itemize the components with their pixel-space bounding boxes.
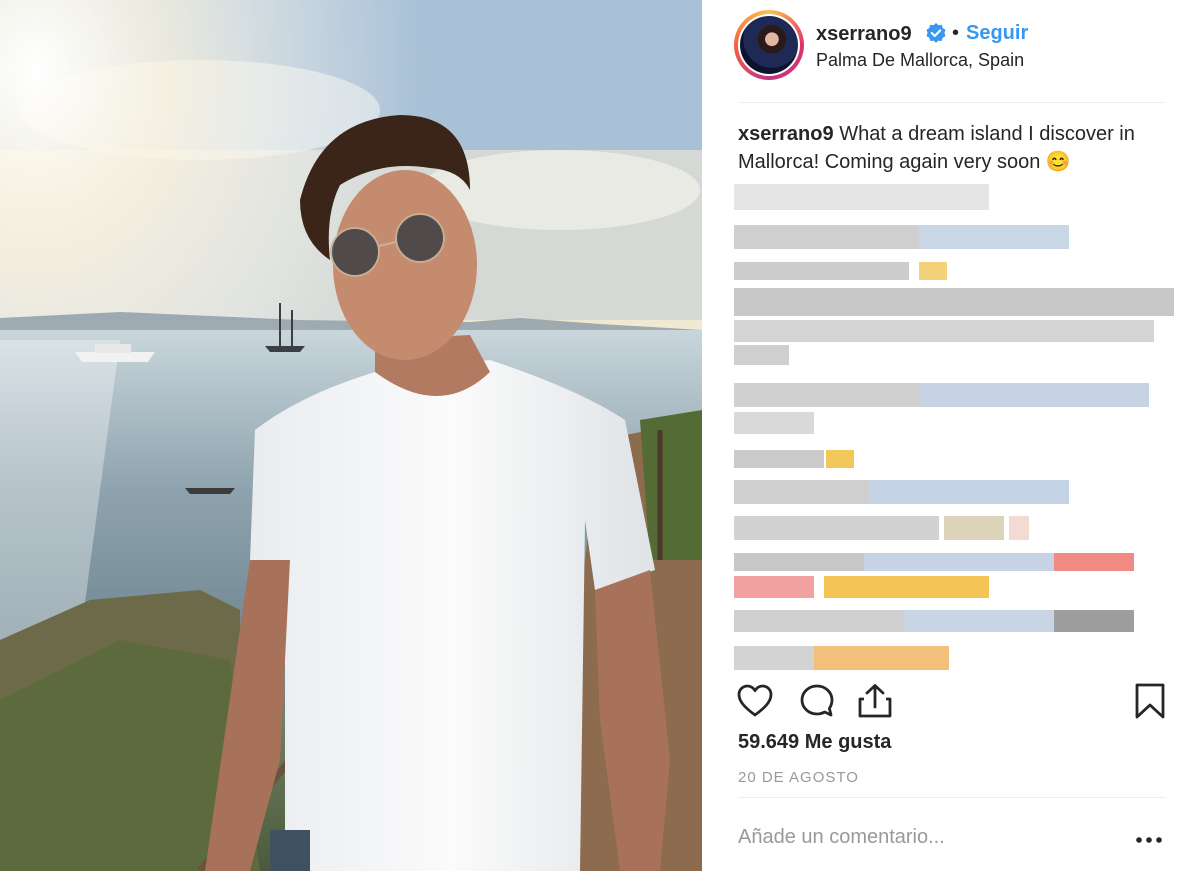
share-icon[interactable] xyxy=(856,682,894,720)
post-photo xyxy=(0,0,702,871)
header-username[interactable]: xserrano9 xyxy=(816,23,912,46)
comment-divider xyxy=(738,797,1166,798)
post-caption: xserrano9 What a dream island I discover… xyxy=(738,120,1168,176)
follow-button[interactable]: Seguir xyxy=(966,22,1028,45)
bookmark-icon[interactable] xyxy=(1131,682,1169,720)
header-separator: • xyxy=(952,22,960,44)
more-options-icon[interactable] xyxy=(1134,828,1164,852)
post-details-panel: xserrano9 • Seguir Palma De Mallorca, Sp… xyxy=(702,0,1200,871)
header-divider xyxy=(738,102,1166,103)
location-link[interactable]: Palma De Mallorca, Spain xyxy=(816,50,1024,71)
action-bar xyxy=(736,682,1165,722)
avatar[interactable] xyxy=(734,10,804,80)
post-date[interactable]: 20 DE AGOSTO xyxy=(738,769,859,786)
likes-count[interactable]: 59.649 Me gusta xyxy=(738,731,891,754)
post-header: xserrano9 • Seguir Palma De Mallorca, Sp… xyxy=(734,10,1164,82)
caption-username[interactable]: xserrano9 xyxy=(738,123,834,145)
photo-scene xyxy=(0,0,702,871)
redacted-comments xyxy=(734,180,1179,675)
heart-icon[interactable] xyxy=(736,682,774,720)
add-comment-input[interactable]: Añade un comentario... xyxy=(738,826,945,849)
verified-badge-icon xyxy=(926,23,946,43)
comment-icon[interactable] xyxy=(798,682,836,720)
